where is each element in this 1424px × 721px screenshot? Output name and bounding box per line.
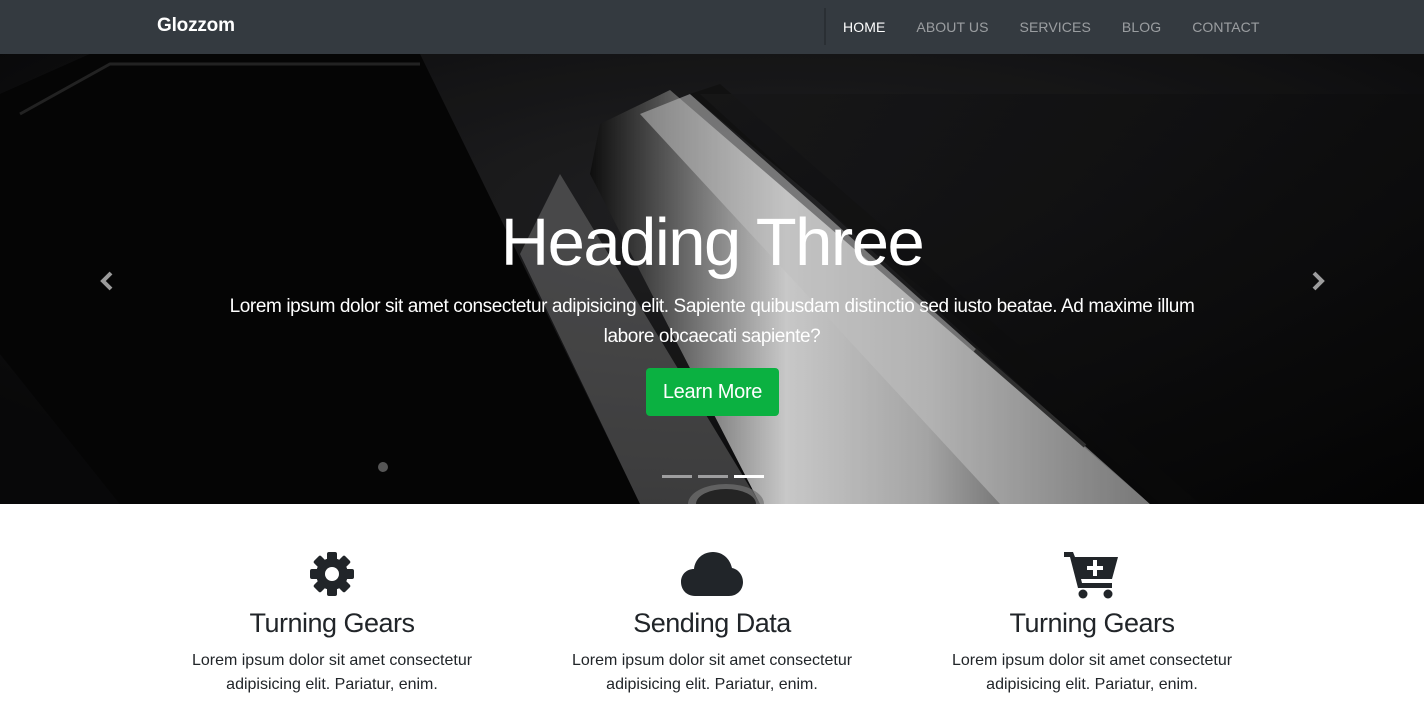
carousel-indicator-1[interactable] xyxy=(662,475,692,478)
chevron-right-icon xyxy=(1312,271,1325,291)
hero-carousel: Heading Three Lorem ipsum dolor sit amet… xyxy=(0,54,1424,504)
feature-title: Turning Gears xyxy=(249,608,415,638)
feature-text: Lorem ipsum dolor sit amet consectetur a… xyxy=(191,652,473,693)
nav-link-contact[interactable]: CONTACT xyxy=(1192,19,1259,35)
nav-link-services[interactable]: SERVICES xyxy=(1020,19,1091,35)
nav-link-about-us[interactable]: ABOUT US xyxy=(916,19,988,35)
hero-description: Lorem ipsum dolor sit amet consectetur a… xyxy=(229,296,1195,347)
nav-divider xyxy=(824,8,826,45)
carousel-next-button[interactable] xyxy=(1298,261,1338,301)
cart-plus-icon xyxy=(1064,552,1118,599)
feature-title: Turning Gears xyxy=(1009,608,1175,638)
navbar: Glozzom HOME ABOUT US SERVICES BLOG CONT… xyxy=(0,0,1424,54)
feature-card: Turning Gears Lorem ipsum dolor sit amet… xyxy=(902,548,1282,697)
cloud-icon xyxy=(681,552,743,596)
nav-link-home[interactable]: HOME xyxy=(843,19,885,35)
nav-links: HOME ABOUT US SERVICES BLOG CONTACT xyxy=(843,19,1291,35)
feature-card: Turning Gears Lorem ipsum dolor sit amet… xyxy=(142,548,522,697)
carousel-indicator-2[interactable] xyxy=(698,475,728,478)
gear-icon xyxy=(310,552,354,596)
hero-title: Heading Three xyxy=(500,205,925,280)
carousel-indicator-3[interactable] xyxy=(734,475,764,478)
feature-text: Lorem ipsum dolor sit amet consectetur a… xyxy=(571,652,853,693)
feature-title: Sending Data xyxy=(633,608,791,638)
carousel-indicators xyxy=(662,475,764,478)
feature-card: Sending Data Lorem ipsum dolor sit amet … xyxy=(522,548,902,697)
brand-logo[interactable]: Glozzom xyxy=(157,15,235,37)
carousel-prev-button[interactable] xyxy=(87,261,127,301)
feature-text: Lorem ipsum dolor sit amet consectetur a… xyxy=(951,652,1233,693)
learn-more-button[interactable]: Learn More xyxy=(646,368,779,416)
nav-link-blog[interactable]: BLOG xyxy=(1122,19,1161,35)
chevron-left-icon xyxy=(100,271,113,291)
